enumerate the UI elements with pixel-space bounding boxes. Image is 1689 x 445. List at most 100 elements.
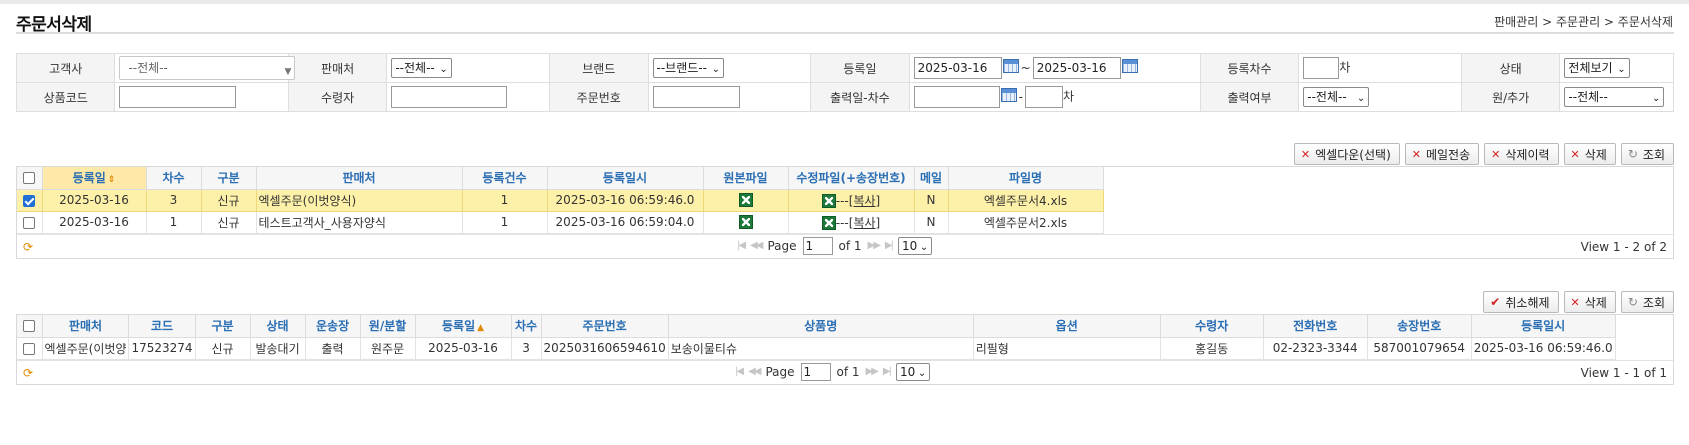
page-size-select[interactable]: 10 ⌄ [897,236,933,255]
cell-orig-file [703,211,789,234]
col-receiver[interactable]: 수령자 [1160,315,1264,338]
prev-page-icon[interactable]: ◀◀ [750,240,763,251]
excel-file-icon[interactable] [821,216,836,230]
first-page-icon[interactable]: |◀ [735,366,744,377]
col-carrier[interactable]: 운송장 [305,315,361,338]
cell-reg-date: 2025-03-16 [42,189,147,212]
col-count[interactable]: 등록건수 [462,167,548,190]
customer-select[interactable]: --전체-- ▼ [119,56,296,80]
col-filename[interactable]: 파일명 [948,167,1104,190]
col-seller[interactable]: 판매처 [42,315,130,338]
col-orig-split[interactable]: 원/분할 [360,315,416,338]
cell-seq: 1 [146,211,202,234]
copy-link[interactable]: [복사] [849,194,880,208]
print-yn-select[interactable]: --전체-- ⌄ [1303,87,1370,107]
breadcrumb: 판매관리 > 주문관리 > 주문서삭제 [1494,15,1673,29]
select-all-checkbox[interactable] [17,315,43,338]
cell-filename: 엑셀주문서4.xls [948,189,1104,212]
col-phone[interactable]: 전화번호 [1263,315,1368,338]
seller-select[interactable]: --전체-- ⌄ [391,58,452,78]
col-reg-datetime[interactable]: 등록일시 [1471,315,1616,338]
prev-page-icon[interactable]: ◀◀ [748,366,761,377]
copy-link[interactable]: [복사] [849,216,880,230]
order-delete-button[interactable]: ✕ 삭제 [1563,291,1616,313]
calendar-icon[interactable] [1000,88,1017,102]
cell-invoice: 587001079654 [1367,337,1472,360]
orig-add-select[interactable]: --전체-- ⌄ [1564,87,1665,107]
col-mail[interactable]: 메일 [914,167,949,190]
next-page-icon[interactable]: ▶▶ [868,240,881,251]
reg-seq-input[interactable] [1303,57,1340,79]
print-date-seq-label: 출력일-차수 [810,82,910,112]
col-seq[interactable]: 차수 [146,167,202,190]
last-page-icon[interactable]: ▶| [883,366,892,377]
last-page-icon[interactable]: ▶| [885,240,894,251]
col-status[interactable]: 상태 [250,315,306,338]
page-input[interactable]: 1 [800,362,831,381]
col-orig-file[interactable]: 원본파일 [703,167,789,190]
col-type[interactable]: 구분 [195,315,251,338]
col-reg-datetime[interactable]: 등록일시 [547,167,704,190]
refresh-icon: ↻ [1627,295,1638,309]
reg-date-to-input[interactable]: 2025-03-16 [1032,57,1121,79]
col-option[interactable]: 옵션 [973,315,1161,338]
print-yn-label: 출력여부 [1199,82,1300,112]
top-strip [0,0,1689,4]
col-reg-date[interactable]: 등록일 ⇕ [42,167,147,190]
select-all-checkbox[interactable] [17,167,43,190]
calendar-icon[interactable] [1121,59,1138,73]
status-select[interactable]: 전체보기 ⌄ [1564,58,1630,78]
row-checkbox[interactable] [17,211,43,234]
mail-send-button[interactable]: ✕ 메일전송 [1404,143,1480,165]
cancel-release-button[interactable]: ✔ 취소해제 [1483,291,1559,313]
print-seq-input[interactable] [1025,86,1063,108]
product-code-input[interactable] [119,86,237,108]
excel-download-button[interactable]: ✕ 엑셀다운(선택) [1293,143,1400,165]
excel-file-icon[interactable] [821,194,836,208]
receiver-input[interactable] [391,86,508,108]
sort-up-icon: ▲ [477,323,485,334]
excel-file-icon[interactable] [738,193,753,208]
page-size-select[interactable]: 10 ⌄ [895,362,931,381]
col-seller[interactable]: 판매처 [256,167,463,190]
page-count: of 1 [838,238,862,253]
page-input[interactable]: 1 [802,236,833,255]
reg-date-from-input[interactable]: 2025-03-16 [913,57,1002,79]
cell-mod-file: ---[복사] [788,189,915,212]
table-row[interactable]: 2025-03-16 3 신규 엑셀주문(이벗양식) 1 2025-03-16 … [17,189,1104,212]
order-no-input[interactable] [652,86,740,108]
table-row[interactable]: 엑셀주문(이벗양 17523274 신규 발송대기 출력 원주문 2025-03… [17,337,1616,360]
next-page-icon[interactable]: ▶▶ [866,366,879,377]
col-product[interactable]: 상품명 [668,315,974,338]
chevron-down-icon: ⌄ [1356,93,1366,104]
reload-icon[interactable]: ⟳ [23,366,33,380]
orig-add-label: 원/추가 [1460,82,1561,112]
search-form: 고객사 --전체-- ▼ 판매처 --전체-- ⌄ 브랜드 --브랜드-- ⌄ 등록일… [15,53,1674,112]
cell-mod-file: ---[복사] [788,211,915,234]
cell-phone: 02-2323-3344 [1263,337,1368,360]
table-row[interactable]: 2025-03-16 1 신규 테스트고객사_사용자양식 1 2025-03-1… [17,211,1104,234]
order-search-button[interactable]: ↻ 조회 [1620,291,1674,313]
print-date-input[interactable] [913,86,1000,108]
col-seq[interactable]: 차수 [511,315,542,338]
col-mod-file[interactable]: 수정파일(+송장번호) [788,167,915,190]
cell-product: 보송이물티슈 [668,337,974,360]
excel-file-icon[interactable] [738,215,753,230]
row-checkbox[interactable] [17,337,43,360]
row-checkbox[interactable] [17,189,43,212]
file-grid: 등록일 ⇕ 차수 구분 판매처 등록건수 등록일시 원본파일 수정파일(+송장번호… [16,166,1674,259]
col-order-no[interactable]: 주문번호 [541,315,669,338]
calendar-icon[interactable] [1002,59,1019,73]
delete-history-button[interactable]: ✕ 삭제이력 [1484,143,1559,165]
col-type[interactable]: 구분 [201,167,257,190]
col-invoice[interactable]: 송장번호 [1367,315,1472,338]
delete-button[interactable]: ✕ 삭제 [1563,143,1616,165]
search-button[interactable]: ↻ 조회 [1620,143,1674,165]
first-page-icon[interactable]: |◀ [737,240,746,251]
brand-select[interactable]: --브랜드-- ⌄ [652,58,724,78]
cell-filename: 엑셀주문서2.xls [948,211,1104,234]
col-reg-date[interactable]: 등록일 ▲ [415,315,512,338]
cell-count: 1 [462,189,548,212]
col-code[interactable]: 코드 [128,315,196,338]
reload-icon[interactable]: ⟳ [23,240,33,254]
